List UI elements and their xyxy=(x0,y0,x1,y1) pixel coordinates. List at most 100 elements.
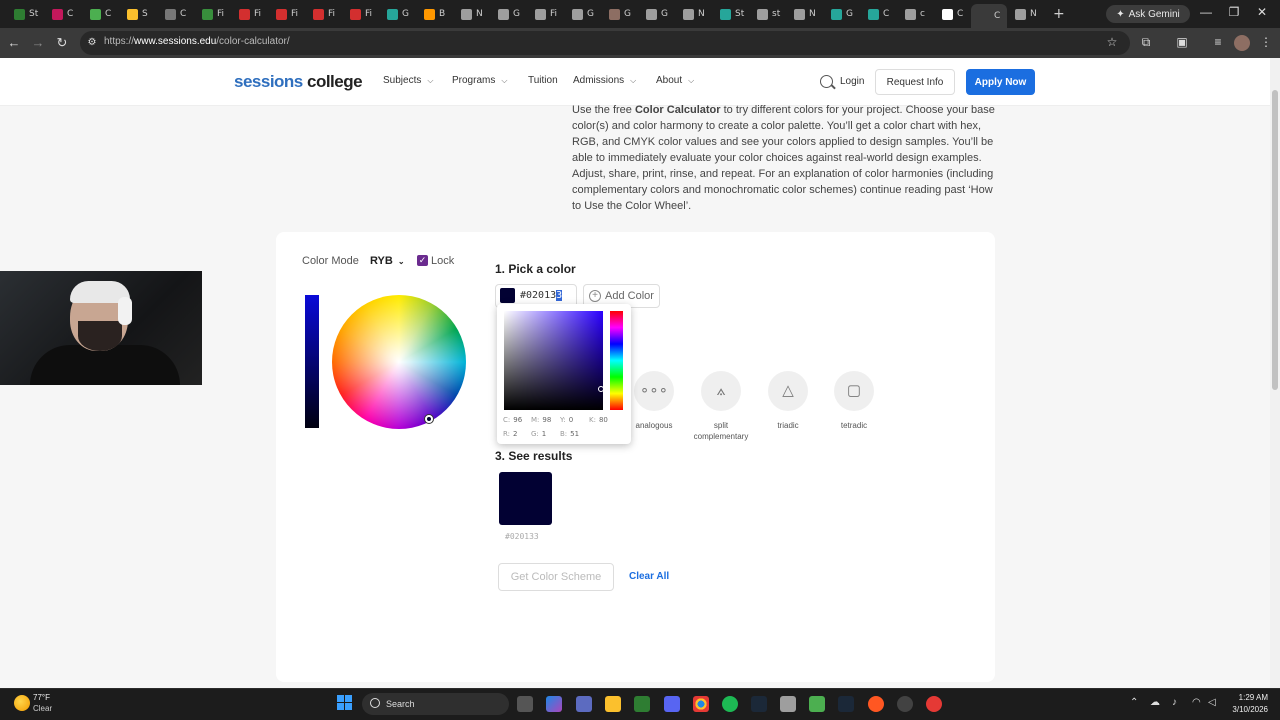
browser-tab[interactable]: G xyxy=(601,4,638,24)
get-color-scheme-button[interactable]: Get Color Scheme xyxy=(498,563,614,591)
login-link[interactable]: Login xyxy=(840,76,864,87)
minecraft-icon[interactable] xyxy=(809,696,825,712)
spotify-icon[interactable] xyxy=(722,696,738,712)
lock-checkbox[interactable]: ✓ xyxy=(417,255,428,266)
browser-tab[interactable]: C xyxy=(860,4,897,24)
brightness-slider[interactable] xyxy=(305,295,319,428)
browser-tab[interactable]: Fi xyxy=(194,4,231,24)
back-icon[interactable]: ← xyxy=(6,35,22,51)
sessions-college-logo[interactable]: sessions college xyxy=(234,72,363,92)
nav-item-about[interactable]: About ⌵ xyxy=(656,75,694,86)
color-wheel-handle[interactable] xyxy=(425,415,433,423)
discord-icon[interactable] xyxy=(664,696,680,712)
clear-all-link[interactable]: Clear All xyxy=(629,571,669,582)
color-mode-select[interactable]: RYB ⌄ xyxy=(370,255,405,267)
steam-alt-icon[interactable] xyxy=(838,696,854,712)
browser-tab[interactable]: Fi xyxy=(527,4,564,24)
browser-tab[interactable]: G xyxy=(490,4,527,24)
nav-item-tuition[interactable]: Tuition xyxy=(528,75,558,86)
file-explorer-icon[interactable] xyxy=(605,696,621,712)
reload-icon[interactable]: ↻ xyxy=(54,35,70,51)
forward-icon[interactable]: → xyxy=(30,35,46,51)
app-icon-orange[interactable] xyxy=(868,696,884,712)
taskbar-clock-time[interactable]: 1:29 AM xyxy=(1230,693,1268,702)
close-window-icon[interactable]: ✕ xyxy=(1252,5,1272,19)
nav-item-subjects[interactable]: Subjects ⌵ xyxy=(383,75,433,86)
taskbar-clock-date[interactable]: 3/10/2026 xyxy=(1222,705,1268,714)
tray-mic-icon[interactable]: ♪ xyxy=(1172,697,1177,708)
triadic-icon[interactable]: △ xyxy=(768,371,808,411)
color-wheel[interactable] xyxy=(332,295,466,429)
hue-slider[interactable] xyxy=(610,311,623,410)
tray-cloud-icon[interactable]: ☁ xyxy=(1150,697,1160,708)
browser-tab[interactable]: N xyxy=(453,4,490,24)
xbox-icon[interactable] xyxy=(634,696,650,712)
apply-now-button[interactable]: Apply Now xyxy=(966,69,1035,95)
chrome-icon[interactable] xyxy=(693,696,709,712)
saturation-value-box[interactable] xyxy=(504,311,603,410)
ask-gemini-button[interactable]: ✦ Ask Gemini xyxy=(1106,5,1190,23)
app-icon-dark[interactable] xyxy=(897,696,913,712)
browser-tab[interactable]: N xyxy=(1007,4,1043,24)
volume-icon[interactable]: ◁ xyxy=(1208,697,1216,708)
steam-icon[interactable] xyxy=(751,696,767,712)
analogous-icon[interactable]: ∘∘∘ xyxy=(634,371,674,411)
site-info-icon[interactable]: ⚙ xyxy=(84,35,100,51)
browser-tab[interactable]: B xyxy=(416,4,453,24)
browser-tab[interactable]: C xyxy=(934,4,971,24)
browser-tab[interactable]: St xyxy=(712,4,749,24)
chevron-down-icon: ⌵ xyxy=(501,76,508,85)
app-icon-red[interactable] xyxy=(926,696,942,712)
browser-tab[interactable]: c xyxy=(897,4,934,24)
color-swatch-chip[interactable] xyxy=(500,288,515,303)
browser-tab[interactable]: Fi xyxy=(342,4,379,24)
task-view-icon[interactable] xyxy=(517,696,533,712)
sidepanel-icon[interactable]: ▣ xyxy=(1174,35,1190,51)
browser-tab[interactable]: st xyxy=(749,4,786,24)
extensions-icon[interactable]: ⧉ xyxy=(1138,35,1154,51)
add-color-label: Add Color xyxy=(605,290,654,302)
weather-moon-icon[interactable] xyxy=(14,695,30,711)
nav-item-programs[interactable]: Programs ⌵ xyxy=(452,75,507,86)
browser-tab[interactable]: G xyxy=(379,4,416,24)
browser-tab[interactable]: G xyxy=(823,4,860,24)
browser-tab[interactable]: Fi xyxy=(305,4,342,24)
browser-tab[interactable]: Fi xyxy=(268,4,305,24)
request-info-button[interactable]: Request Info xyxy=(875,69,955,95)
tetradic-icon[interactable]: ▢ xyxy=(834,371,874,411)
tray-chevron-icon[interactable]: ⌃ xyxy=(1130,697,1138,708)
browser-tab[interactable]: G xyxy=(638,4,675,24)
browser-tab[interactable]: G xyxy=(564,4,601,24)
hex-input[interactable]: #020133 xyxy=(520,290,563,301)
c-label: C: xyxy=(503,416,511,424)
page-scrollbar-thumb[interactable] xyxy=(1272,90,1278,390)
calculator-icon[interactable] xyxy=(780,696,796,712)
search-icon[interactable] xyxy=(820,75,833,88)
new-tab-icon[interactable]: + xyxy=(1045,4,1065,24)
browser-tab[interactable]: Fi xyxy=(231,4,268,24)
reading-list-icon[interactable]: ≡ xyxy=(1210,35,1226,51)
saturation-value-handle[interactable] xyxy=(598,386,604,392)
result-color-swatch[interactable] xyxy=(499,472,552,525)
menu-dots-icon[interactable]: ⋮ xyxy=(1258,35,1274,51)
url-scheme: https:// xyxy=(104,36,135,47)
browser-tab[interactable]: N xyxy=(675,4,712,24)
copilot-icon[interactable] xyxy=(546,696,562,712)
browser-tab[interactable]: S xyxy=(119,4,157,24)
teams-icon[interactable] xyxy=(576,696,592,712)
minimize-icon[interactable]: — xyxy=(1196,5,1216,19)
browser-tab[interactable]: St xyxy=(6,4,44,24)
wifi-icon[interactable]: ◠ xyxy=(1192,697,1201,708)
browser-tab[interactable]: C xyxy=(82,4,119,24)
bookmark-star-icon[interactable]: ☆ xyxy=(1104,35,1120,51)
profile-avatar[interactable] xyxy=(1234,35,1250,51)
browser-tab[interactable]: C xyxy=(44,4,82,24)
nav-item-admissions[interactable]: Admissions ⌵ xyxy=(573,75,636,86)
taskbar-search-box[interactable] xyxy=(362,693,509,715)
windows-start-icon[interactable] xyxy=(337,695,353,711)
browser-tab[interactable]: C✕ xyxy=(971,4,1007,28)
restore-icon[interactable]: ❐ xyxy=(1224,5,1244,19)
split-complementary-icon[interactable]: ⟑ xyxy=(701,371,741,411)
browser-tab[interactable]: N xyxy=(786,4,823,24)
browser-tab[interactable]: C xyxy=(157,4,194,24)
